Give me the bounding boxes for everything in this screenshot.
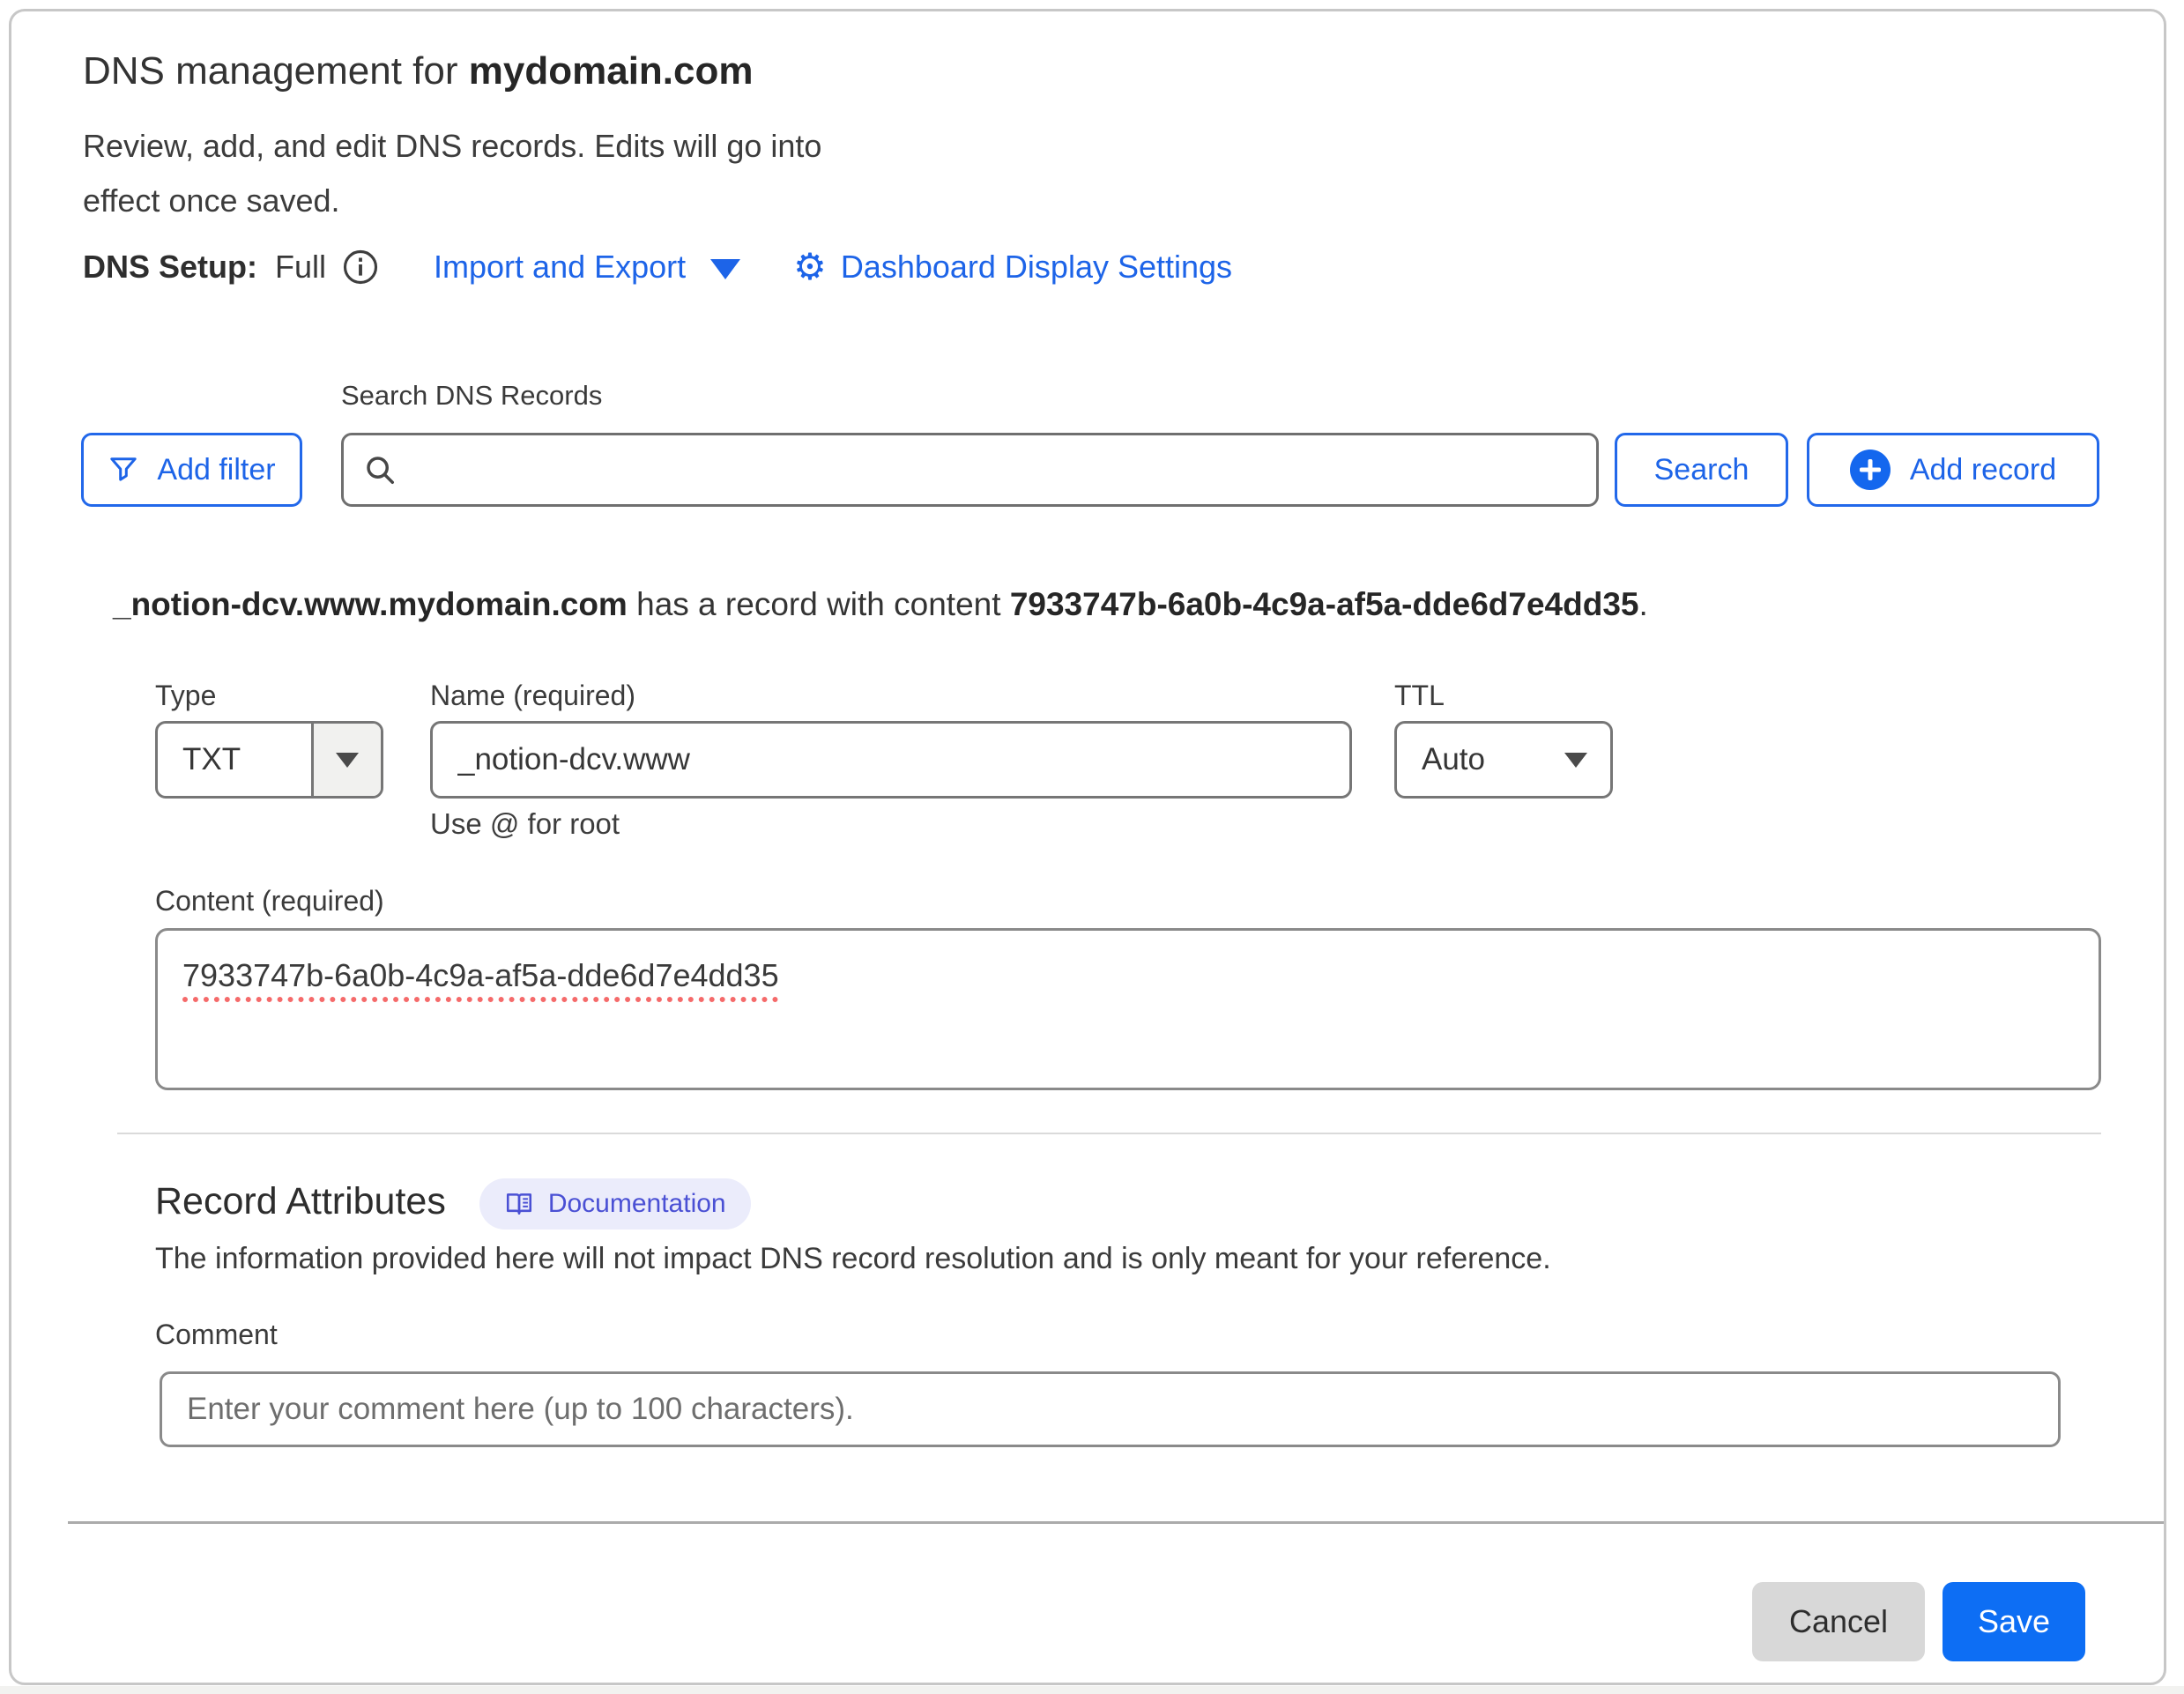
info-icon[interactable] <box>342 249 379 286</box>
dns-setup-row: DNS Setup: Full Import and Export ⚙ Dash… <box>83 242 1232 292</box>
ttl-select-value: Auto <box>1422 742 1485 777</box>
ttl-select[interactable]: Auto <box>1394 721 1613 799</box>
name-field-wrapper <box>430 721 1352 799</box>
page-title: DNS management for mydomain.com <box>83 47 754 96</box>
comment-label: Comment <box>155 1319 278 1351</box>
section-divider <box>117 1133 2101 1134</box>
page-title-domain: mydomain.com <box>469 49 754 93</box>
comment-field-wrapper <box>160 1371 2061 1447</box>
import-export-label: Import and Export <box>434 249 686 286</box>
documentation-link[interactable]: Documentation <box>479 1178 751 1230</box>
comment-input[interactable] <box>185 1391 2035 1428</box>
gear-icon: ⚙ <box>793 249 827 286</box>
notice-record-content: 7933747b-6a0b-4c9a-af5a-dde6d7e4dd35 <box>1010 586 1639 622</box>
record-attributes-header: Record Attributes Documentation <box>155 1173 751 1230</box>
search-button[interactable]: Search <box>1615 433 1788 507</box>
page-bottom-strip <box>0 1686 2184 1694</box>
search-input-wrapper <box>341 433 1599 507</box>
search-icon <box>363 453 397 487</box>
cancel-button[interactable]: Cancel <box>1752 1582 1925 1661</box>
chevron-down-icon <box>336 753 359 768</box>
add-record-label: Add record <box>1910 453 2056 487</box>
dashboard-display-settings-link[interactable]: ⚙ Dashboard Display Settings <box>793 249 1232 286</box>
dns-setup-label: DNS Setup: <box>83 249 257 286</box>
record-attributes-heading: Record Attributes <box>155 1180 446 1223</box>
chevron-down-icon <box>710 259 740 279</box>
type-select-value: TXT <box>158 742 311 777</box>
notice-record-name: _notion-dcv.www.mydomain.com <box>113 586 628 622</box>
name-label: Name (required) <box>430 680 635 712</box>
page-subtitle: Review, add, and edit DNS records. Edits… <box>83 119 858 228</box>
documentation-label: Documentation <box>548 1189 726 1219</box>
dns-setup-value: Full <box>275 249 326 286</box>
record-exists-notice: _notion-dcv.www.mydomain.com has a recor… <box>113 586 1648 623</box>
type-select-arrow <box>311 724 381 796</box>
plus-icon <box>1850 450 1891 490</box>
add-filter-button[interactable]: Add filter <box>81 433 302 507</box>
type-select[interactable]: TXT <box>155 721 383 799</box>
import-export-button[interactable]: Import and Export <box>434 249 740 286</box>
dns-management-panel: DNS management for mydomain.com Review, … <box>9 9 2166 1685</box>
add-record-button[interactable]: Add record <box>1807 433 2099 507</box>
chevron-down-icon <box>1564 753 1587 768</box>
book-icon <box>504 1189 534 1219</box>
search-button-label: Search <box>1654 453 1749 487</box>
save-button[interactable]: Save <box>1943 1582 2085 1661</box>
add-filter-label: Add filter <box>157 453 275 487</box>
content-textarea[interactable]: 7933747b-6a0b-4c9a-af5a-dde6d7e4dd35 <box>155 928 2101 1090</box>
footer-divider <box>68 1521 2164 1524</box>
ttl-label: TTL <box>1394 680 1445 712</box>
search-input[interactable] <box>412 452 1577 488</box>
save-button-label: Save <box>1978 1603 2050 1640</box>
filter-icon <box>108 454 139 486</box>
search-label: Search DNS Records <box>341 380 602 412</box>
type-label: Type <box>155 680 216 712</box>
page-title-prefix: DNS management for <box>83 49 469 93</box>
content-label: Content (required) <box>155 885 384 918</box>
cancel-button-label: Cancel <box>1789 1603 1888 1640</box>
content-value: 7933747b-6a0b-4c9a-af5a-dde6d7e4dd35 <box>182 957 779 993</box>
name-helper-text: Use @ for root <box>430 807 620 841</box>
dashboard-display-label: Dashboard Display Settings <box>841 249 1232 286</box>
record-attributes-description: The information provided here will not i… <box>155 1242 1551 1276</box>
name-input[interactable] <box>433 742 1349 777</box>
